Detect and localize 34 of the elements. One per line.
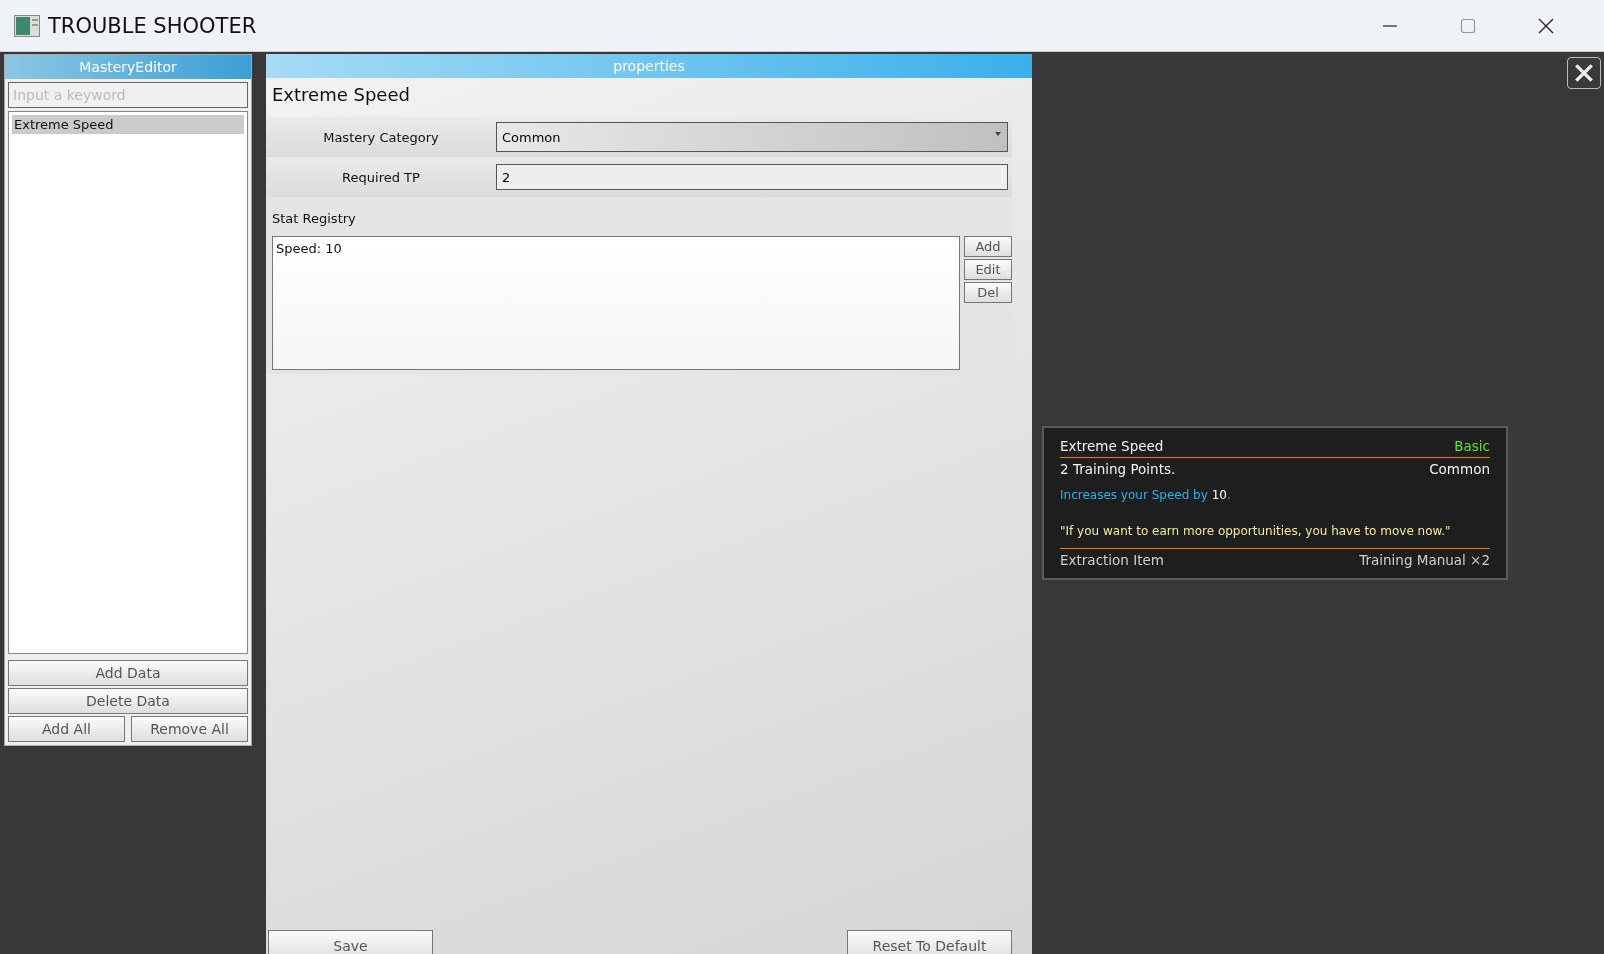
field-label: Mastery Category xyxy=(322,129,440,145)
extraction-value: Training Manual ×2 xyxy=(1359,552,1490,568)
category-text: Common xyxy=(1429,461,1490,477)
extraction-label: Extraction Item xyxy=(1060,552,1164,568)
stat-button[interactable]: Add xyxy=(964,236,1012,257)
editor-button[interactable]: Add All xyxy=(8,716,125,742)
maximize-icon[interactable] xyxy=(1460,17,1476,34)
tooltip-title: Extreme Speed xyxy=(1060,438,1164,454)
input-field[interactable]: 2 xyxy=(496,164,1008,190)
editor-button[interactable]: Remove All xyxy=(131,716,248,742)
caret-icon xyxy=(995,132,1001,136)
panel-header: MasteryEditor xyxy=(5,55,251,79)
field-label: Required TP xyxy=(341,169,421,185)
section-label: Stat Registry xyxy=(272,211,357,226)
mastery-name: Extreme Speed xyxy=(271,83,411,107)
stat-button[interactable]: Del xyxy=(964,282,1012,303)
list-item[interactable]: Extreme Speed xyxy=(12,115,244,134)
panel-header: properties xyxy=(266,54,1032,78)
close-icon[interactable] xyxy=(1538,17,1554,34)
save-button[interactable]: Save xyxy=(268,930,433,954)
quote-text: "If you want to earn more opportunities, you have to move now." xyxy=(1060,524,1452,538)
close-icon xyxy=(1573,62,1595,84)
reset-button[interactable]: Reset To Default xyxy=(847,930,1012,954)
grade-label: Basic xyxy=(1454,438,1490,454)
close-button[interactable] xyxy=(1567,57,1601,89)
stat-entry[interactable]: Speed: 10 xyxy=(276,241,956,256)
cost-text: 2 Training Points. xyxy=(1060,461,1176,477)
app-icon xyxy=(14,14,40,37)
description-text: Increases your Speed by 10. xyxy=(1060,488,1232,502)
category-dropdown[interactable]: Common xyxy=(496,122,1008,152)
window-title: TROUBLE SHOOTER xyxy=(48,13,257,38)
editor-button[interactable]: Delete Data xyxy=(8,688,248,714)
editor-button[interactable]: Add Data xyxy=(8,660,248,686)
stat-button[interactable]: Edit xyxy=(964,259,1012,280)
